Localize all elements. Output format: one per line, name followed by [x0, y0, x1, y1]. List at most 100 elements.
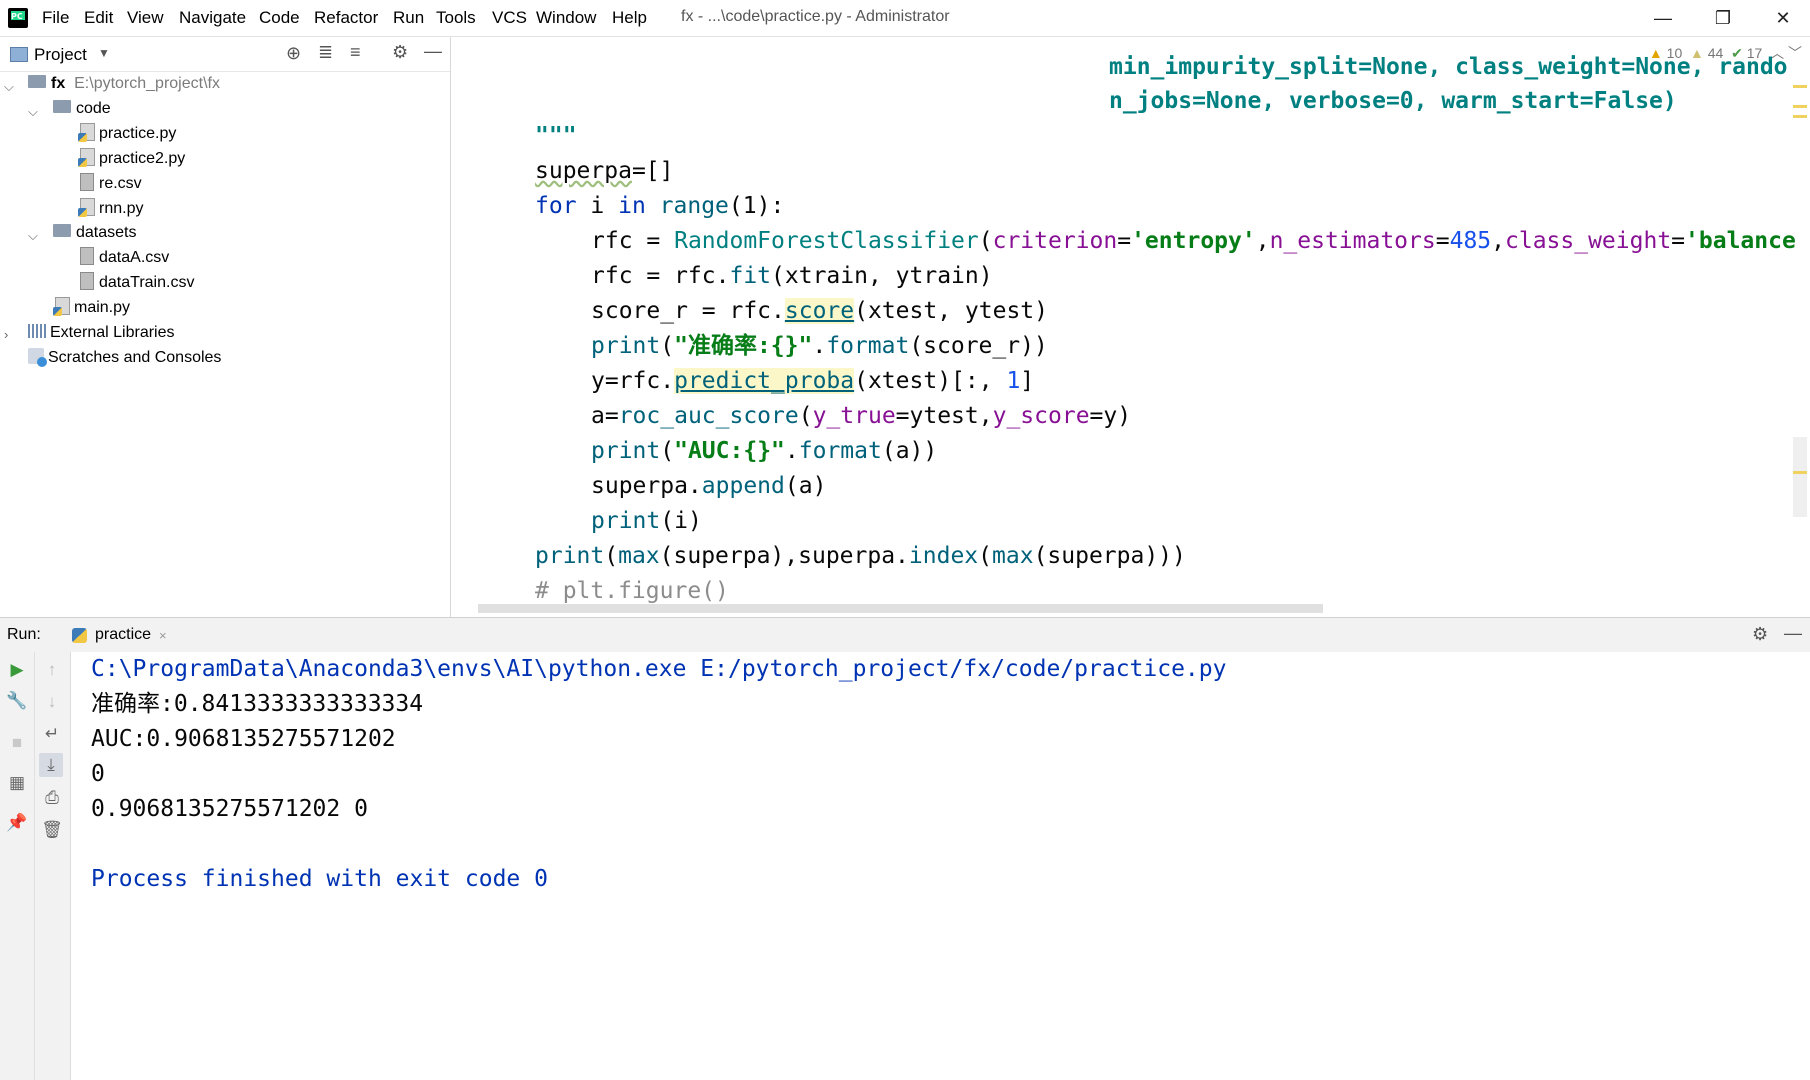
chevron-right-icon[interactable]: ›	[4, 327, 8, 342]
down-arrow-icon[interactable]: ↓	[40, 690, 64, 714]
chevron-down-icon[interactable]: ⌵	[4, 79, 14, 95]
tree-root-fx[interactable]: fx E:\pytorch_project\fx	[28, 72, 220, 96]
tree-scratches[interactable]: Scratches and Consoles	[28, 346, 221, 370]
close-button[interactable]: ✕	[1756, 0, 1810, 36]
collapse-all-icon[interactable]: ≡	[350, 42, 361, 63]
tree-external-libraries[interactable]: External Libraries	[28, 321, 175, 345]
code-line: for i in range(1):	[535, 193, 785, 219]
code-line: rfc = rfc.fit(xtrain, ytrain)	[591, 263, 993, 289]
menu-run[interactable]: Run	[393, 8, 424, 28]
code-line: superpa.append(a)	[591, 473, 827, 499]
python-file-icon	[78, 122, 95, 142]
tree-file-rnn-py[interactable]: rnn.py	[78, 197, 143, 221]
menu-view[interactable]: View	[127, 8, 164, 28]
gear-icon[interactable]: ⚙	[392, 42, 408, 63]
menu-refactor[interactable]: Refactor	[314, 8, 378, 28]
scroll-to-end-icon[interactable]: ⤓	[39, 753, 63, 777]
code-line: rfc = RandomForestClassifier(criterion='…	[591, 228, 1796, 254]
tree-file-dataa-csv[interactable]: dataA.csv	[80, 246, 169, 270]
tree-file-datatrain-csv[interactable]: dataTrain.csv	[80, 271, 194, 295]
chevron-down-icon[interactable]: ▼	[98, 46, 110, 60]
code-line: n_jobs=None, verbose=0, warm_start=False…	[1109, 88, 1677, 114]
text-file-icon	[80, 271, 94, 290]
soft-wrap-icon[interactable]: ↵	[40, 722, 64, 746]
run-tab-practice[interactable]: practice ×	[60, 618, 179, 655]
code-line: """	[535, 123, 577, 149]
scratches-icon	[28, 347, 47, 367]
code-line: print(max(superpa),superpa.index(max(sup…	[535, 543, 1186, 569]
tree-file-main-py[interactable]: main.py	[53, 296, 130, 320]
console-line: 准确率:0.8413333333333334	[91, 691, 424, 717]
chevron-down-icon[interactable]: ⌵	[28, 228, 38, 244]
menu-navigate[interactable]: Navigate	[179, 8, 246, 28]
tree-folder-code[interactable]: code	[53, 97, 111, 121]
window-title: fx - ...\code\practice.py - Administrato…	[681, 8, 950, 25]
next-highlight-icon[interactable]: ﹀	[1788, 45, 1802, 61]
expand-all-icon[interactable]: ≣	[318, 42, 333, 63]
error-stripe-marker[interactable]	[1793, 471, 1807, 474]
run-icon[interactable]: ▶	[5, 658, 29, 682]
code-line: score_r = rfc.score(xtest, ytest)	[591, 298, 1048, 324]
hide-icon[interactable]: —	[424, 41, 442, 62]
code-line: # plt.figure()	[535, 578, 729, 604]
library-icon	[28, 323, 46, 338]
tree-file-practice2-py[interactable]: practice2.py	[78, 147, 185, 171]
gear-icon[interactable]: ⚙	[1752, 624, 1768, 645]
console-line: 0	[91, 761, 105, 787]
error-stripe-marker[interactable]	[1793, 85, 1807, 88]
project-panel-header: Project ▼ ⊕ ≣ ≡ ⚙ —	[0, 37, 450, 72]
menu-edit[interactable]: Edit	[84, 8, 113, 28]
title-bar: PC File Edit View Navigate Code Refactor…	[0, 0, 1810, 37]
run-console[interactable]: C:\ProgramData\Anaconda3\envs\AI\python.…	[71, 652, 1810, 1080]
minimize-button[interactable]: —	[1636, 0, 1690, 36]
project-panel: Project ▼ ⊕ ≣ ≡ ⚙ — ⌵ fx E:\pytorch_proj…	[0, 37, 451, 617]
console-line: C:\ProgramData\Anaconda3\envs\AI\python.…	[91, 656, 1227, 682]
menu-vcs[interactable]: VCS	[492, 8, 527, 28]
wrench-icon[interactable]: 🔧	[5, 689, 29, 713]
python-file-icon	[78, 147, 95, 167]
folder-icon	[53, 224, 71, 238]
project-icon	[10, 47, 28, 62]
run-toolwindow-header: Run: practice × ⚙ —	[0, 617, 1810, 655]
python-file-icon	[53, 296, 70, 316]
tree-file-practice-py[interactable]: practice.py	[78, 122, 176, 146]
run-toolbar-left: ▶ 🔧 ■ ▦ 📌	[0, 652, 35, 1080]
folder-icon	[53, 100, 71, 114]
pin-icon[interactable]: 📌	[5, 811, 29, 835]
tree-file-re-csv[interactable]: re.csv	[80, 172, 142, 196]
locate-icon[interactable]: ⊕	[286, 43, 301, 64]
vertical-scrollbar[interactable]	[1793, 437, 1807, 517]
hide-icon[interactable]: —	[1784, 623, 1802, 644]
menu-code[interactable]: Code	[259, 8, 300, 28]
project-view-selector[interactable]: Project	[34, 45, 87, 65]
up-arrow-icon[interactable]: ↑	[40, 658, 64, 682]
tree-folder-datasets[interactable]: datasets	[53, 221, 136, 245]
menu-tools[interactable]: Tools	[436, 8, 476, 28]
menu-file[interactable]: File	[42, 8, 69, 28]
horizontal-scrollbar[interactable]	[478, 604, 1323, 613]
folder-icon	[28, 75, 46, 89]
python-file-icon	[78, 197, 95, 217]
text-file-icon	[80, 172, 94, 191]
layout-icon[interactable]: ▦	[5, 771, 29, 795]
chevron-down-icon[interactable]: ⌵	[28, 104, 38, 120]
restore-button[interactable]: ❐	[1696, 0, 1750, 36]
code-line: superpa=[]	[535, 158, 674, 184]
console-line: 0.9068135275571202 0	[91, 796, 368, 822]
error-stripe-marker[interactable]	[1793, 105, 1807, 108]
run-toolbar-right: ↑ ↓ ↵ ⤓ ⎙ 🗑	[35, 652, 71, 1080]
menu-help[interactable]: Help	[612, 8, 647, 28]
code-line: print(i)	[591, 508, 702, 534]
console-line: AUC:0.9068135275571202	[91, 726, 396, 752]
menu-window[interactable]: Window	[536, 8, 596, 28]
print-icon[interactable]: ⎙	[40, 786, 64, 810]
pycharm-logo-icon: PC	[8, 8, 28, 28]
stop-icon[interactable]: ■	[5, 731, 29, 755]
text-file-icon	[80, 246, 94, 265]
trash-icon[interactable]: 🗑	[40, 818, 64, 842]
code-line: min_impurity_split=None, class_weight=No…	[1109, 54, 1788, 80]
close-tab-icon[interactable]: ×	[159, 628, 167, 643]
console-line: Process finished with exit code 0	[91, 866, 548, 892]
code-editor[interactable]: ▲ 10 ▲ 44 ✔ 17 ︿ ﹀ min_impurity_split=No…	[451, 37, 1810, 617]
error-stripe-marker[interactable]	[1793, 115, 1807, 118]
